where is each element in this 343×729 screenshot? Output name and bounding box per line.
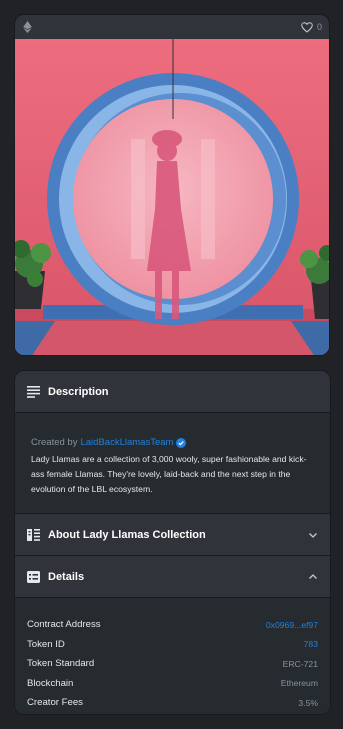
- detail-key: Blockchain: [27, 677, 74, 689]
- created-by-prefix: Created by: [31, 437, 78, 448]
- ethereum-icon: [23, 21, 32, 33]
- detail-key: Token Standard: [27, 658, 95, 670]
- description-text: Lady Llamas are a collection of 3,000 wo…: [31, 454, 307, 494]
- description-header[interactable]: Description: [15, 371, 330, 413]
- detail-row-contract-address: Contract Address 0x0969...ef97: [27, 615, 318, 635]
- nft-image-card: 0: [14, 14, 330, 356]
- detail-row-token-standard: Token Standard ERC-721: [27, 654, 318, 674]
- about-collection-heading: About Lady Llamas Collection: [48, 528, 206, 541]
- details-heading: Details: [48, 570, 85, 583]
- token-id-link[interactable]: 783: [304, 639, 318, 649]
- detail-key: Token ID: [27, 638, 65, 650]
- lines-icon: [27, 385, 40, 398]
- details-body: Contract Address 0x0969...ef97 Token ID …: [15, 598, 330, 714]
- detail-row-token-id: Token ID 783: [27, 635, 318, 655]
- creator-link[interactable]: LaidBackLlamasTeam: [80, 437, 173, 448]
- collection-info-icon: [27, 528, 40, 541]
- contract-address-link[interactable]: 0x0969...ef97: [266, 620, 318, 630]
- about-collection-header[interactable]: About Lady Llamas Collection: [15, 514, 330, 556]
- created-by-line: Created by LaidBackLlamasTeam: [31, 437, 314, 448]
- detail-key: Creator Fees: [27, 697, 83, 709]
- chevron-down-icon[interactable]: [308, 530, 318, 540]
- heart-icon: [301, 21, 313, 33]
- detail-row-creator-fees: Creator Fees 3.5%: [27, 693, 318, 713]
- description-body: Created by LaidBackLlamasTeam Lady Llama…: [15, 413, 330, 514]
- details-header[interactable]: Details: [15, 556, 330, 598]
- favorite-button[interactable]: 0: [301, 21, 322, 33]
- detail-value: ERC-721: [282, 658, 318, 669]
- detail-value: 3.5%: [298, 697, 318, 708]
- verified-badge-icon: [176, 437, 187, 448]
- description-heading: Description: [48, 385, 109, 398]
- info-panel: Description Created by LaidBackLlamasTea…: [14, 370, 331, 715]
- image-card-topbar: 0: [15, 15, 329, 39]
- detail-key: Contract Address: [27, 619, 101, 631]
- favorite-count: 0: [316, 22, 322, 32]
- detail-row-blockchain: Blockchain Ethereum: [27, 674, 318, 694]
- details-card-icon: [27, 570, 40, 583]
- lady-llama-artwork[interactable]: [15, 39, 330, 356]
- detail-value: Ethereum: [280, 678, 318, 689]
- chevron-up-icon[interactable]: [308, 572, 318, 582]
